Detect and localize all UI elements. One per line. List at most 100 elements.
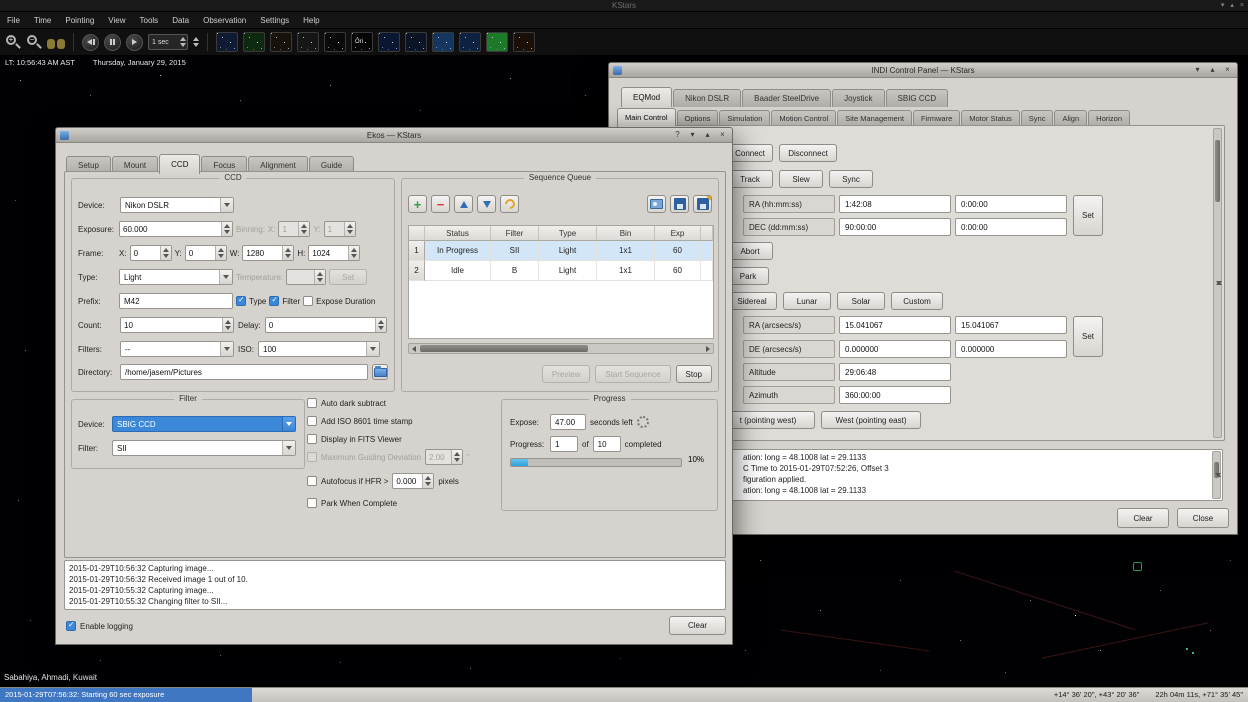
ekos-titlebar[interactable]: Ekos — KStars ? ▾ ▴ × (56, 128, 732, 143)
disconnect-button[interactable]: Disconnect (779, 144, 837, 162)
sky-view-thumb-1[interactable] (216, 32, 238, 52)
close-icon[interactable]: × (1240, 0, 1244, 12)
sky-view-thumb-4[interactable] (297, 32, 319, 52)
exposure-spinbox[interactable]: 60.000 (119, 221, 233, 237)
sky-view-thumb-3[interactable] (270, 32, 292, 52)
indi-log-scrollbar[interactable] (1212, 451, 1221, 499)
time-play-button[interactable] (126, 34, 143, 51)
expose-duration-checkbox[interactable] (303, 296, 313, 306)
browse-directory-button[interactable] (372, 364, 388, 380)
enable-logging-checkbox[interactable] (66, 621, 76, 631)
sky-view-thumb-2[interactable] (243, 32, 265, 52)
count-spinbox[interactable]: 10 (120, 317, 234, 333)
filter-device-dropdown[interactable]: SBIG CCD (112, 416, 296, 432)
subtab-sync[interactable]: Sync (1021, 110, 1054, 126)
fits-viewer-checkbox[interactable] (307, 434, 317, 444)
dec-target-input[interactable]: 0:00:00 (955, 218, 1067, 236)
delay-spinbox[interactable]: 0 (265, 317, 387, 333)
directory-input[interactable]: /home/jasem/Pictures (120, 364, 368, 380)
ra-target-input[interactable]: 0:00:00 (955, 195, 1067, 213)
indi-panel-scrollbar[interactable] (1213, 128, 1222, 438)
sky-view-thumb-9[interactable] (432, 32, 454, 52)
minimize-icon[interactable]: ▾ (1221, 0, 1225, 12)
menu-help[interactable]: Help (296, 12, 326, 29)
shade-icon[interactable]: ▾ (687, 129, 698, 141)
track-button[interactable]: Track (727, 170, 773, 188)
menu-data[interactable]: Data (165, 12, 196, 29)
subtab-motor-status[interactable]: Motor Status (961, 110, 1020, 126)
subtab-firmware[interactable]: Firmware (913, 110, 960, 126)
close-icon[interactable]: × (717, 129, 728, 141)
subtab-main-control[interactable]: Main Control (617, 108, 676, 126)
iso-dropdown[interactable]: 100 (258, 341, 380, 357)
frame-type-dropdown[interactable]: Light (119, 269, 233, 285)
time-unit-stepper[interactable] (193, 37, 199, 47)
restore-icon[interactable]: ▴ (702, 129, 713, 141)
subtab-options[interactable]: Options (677, 110, 719, 126)
slew-button[interactable]: Slew (779, 170, 823, 188)
sky-view-thumb-12[interactable] (513, 32, 535, 52)
filter-checkbox[interactable] (269, 296, 279, 306)
indi-close-button[interactable]: Close (1177, 508, 1229, 528)
open-sequence-button[interactable] (647, 195, 666, 213)
find-object-icon[interactable] (47, 36, 65, 49)
subtab-simulation[interactable]: Simulation (719, 110, 770, 126)
sky-view-thumb-7[interactable] (378, 32, 400, 52)
sync-button[interactable]: Sync (829, 170, 873, 188)
sky-view-thumb-10[interactable] (459, 32, 481, 52)
type-checkbox[interactable] (236, 296, 246, 306)
subtab-align[interactable]: Align (1054, 110, 1087, 126)
help-icon[interactable]: ? (672, 129, 683, 141)
time-pause-button[interactable] (104, 34, 121, 51)
device-tab-eqmod[interactable]: EQMod (621, 87, 672, 107)
menu-view[interactable]: View (101, 12, 132, 29)
subtab-motion-control[interactable]: Motion Control (771, 110, 836, 126)
menu-tools[interactable]: Tools (133, 12, 166, 29)
remove-job-button[interactable]: − (431, 195, 450, 213)
time-step-spinbox[interactable]: 1 sec (148, 34, 188, 50)
de-rate-input[interactable]: 0.000000 (955, 340, 1067, 358)
shade-icon[interactable]: ▾ (1192, 64, 1203, 76)
pier-east-button[interactable]: t (pointing west) (721, 411, 815, 429)
table-horizontal-scrollbar[interactable] (408, 343, 714, 354)
ccd-device-dropdown[interactable]: Nikon DSLR (120, 197, 234, 213)
sidereal-rate-button[interactable]: Sidereal (727, 292, 777, 310)
tab-ccd[interactable]: CCD (159, 154, 200, 174)
rate-set-button[interactable]: Set (1073, 316, 1103, 357)
iso8601-checkbox[interactable] (307, 416, 317, 426)
zoom-out-icon[interactable]: − (26, 34, 42, 50)
time-rewind-button[interactable] (82, 34, 99, 51)
save-sequence-as-button[interactable] (693, 195, 712, 213)
ekos-log-view[interactable]: 2015-01-29T10:56:32 Capturing image... 2… (64, 560, 726, 610)
menu-time[interactable]: Time (27, 12, 58, 29)
park-button[interactable]: Park (727, 267, 769, 285)
indi-clear-button[interactable]: Clear (1117, 508, 1169, 528)
device-tab-baader-steeldrive[interactable]: Baader SteelDrive (742, 89, 831, 107)
ra-rate-input[interactable]: 15.041067 (955, 316, 1067, 334)
save-sequence-button[interactable] (670, 195, 689, 213)
subtab-horizon[interactable]: Horizon (1088, 110, 1130, 126)
auto-dark-subtract-checkbox[interactable] (307, 398, 317, 408)
maximize-icon[interactable]: ▴ (1230, 0, 1234, 12)
menu-pointing[interactable]: Pointing (58, 12, 101, 29)
restore-icon[interactable]: ▴ (1207, 64, 1218, 76)
table-row[interactable]: 2 Idle B Light 1x1 60 (409, 261, 713, 281)
connect-button[interactable]: Connect (727, 144, 773, 162)
zoom-in-icon[interactable]: + (5, 34, 21, 50)
table-row[interactable]: 1 In Progress SII Light 1x1 60 (409, 241, 713, 261)
window-titlebar[interactable]: KStars ▾ ▴ × (0, 0, 1248, 12)
menu-settings[interactable]: Settings (253, 12, 296, 29)
frame-w-spinbox[interactable]: 1280 (242, 245, 294, 261)
sequence-queue-table[interactable]: Status Filter Type Bin Exp 1 In Progress… (408, 225, 714, 339)
sky-view-thumb-8[interactable] (405, 32, 427, 52)
sky-view-thumb-11[interactable] (486, 32, 508, 52)
filter-dropdown[interactable]: SII (112, 440, 296, 456)
move-job-down-button[interactable] (477, 195, 496, 213)
device-tab-nikon-dslr[interactable]: Nikon DSLR (673, 89, 741, 107)
lunar-rate-button[interactable]: Lunar (783, 292, 831, 310)
add-job-button[interactable]: + (408, 195, 427, 213)
close-icon[interactable]: × (1222, 64, 1233, 76)
frame-x-spinbox[interactable]: 0 (130, 245, 172, 261)
solar-rate-button[interactable]: Solar (837, 292, 885, 310)
device-tab-joystick[interactable]: Joystick (832, 89, 884, 107)
